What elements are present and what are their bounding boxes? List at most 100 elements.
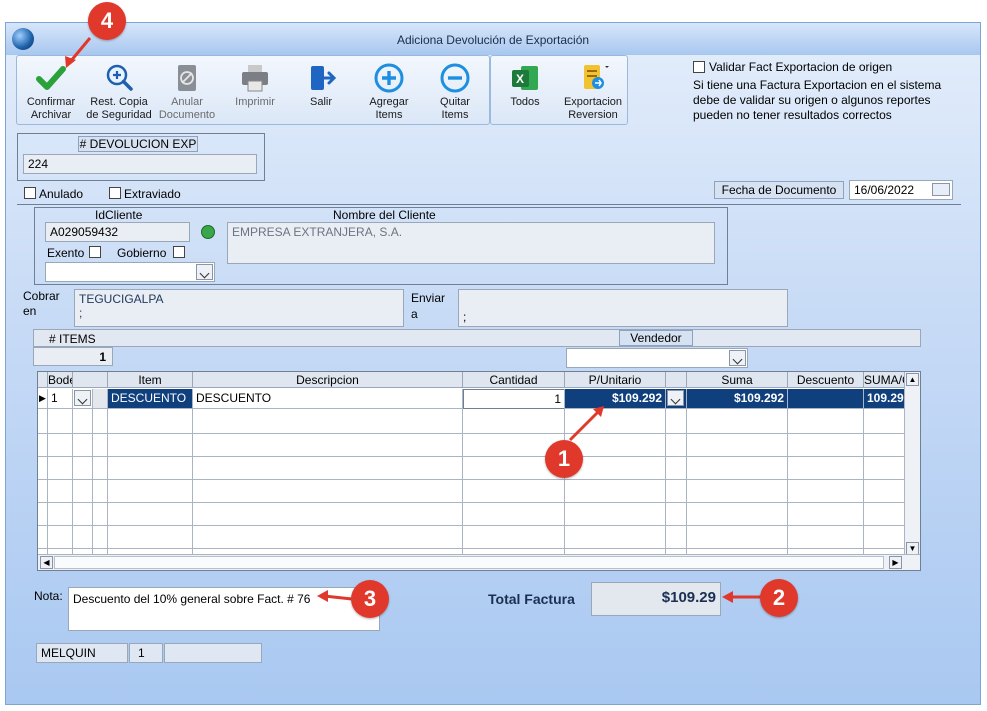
callout-2: 2 (760, 579, 798, 617)
grid-line (38, 479, 904, 480)
vendedor-label: Vendedor (619, 330, 693, 346)
items-grid[interactable]: Bodega Item Descripcion Cantidad P/Unita… (37, 371, 921, 571)
enviar-label-line2: a (411, 307, 418, 321)
nota-label: Nota: (34, 589, 63, 603)
grid-line (462, 389, 463, 554)
cell-bodega[interactable]: 1 (48, 389, 73, 409)
cobrar-field[interactable]: TEGUCIGALPA ; (74, 289, 404, 327)
devolucion-number-field[interactable]: 224 (23, 154, 257, 174)
minus-circle-icon (438, 62, 472, 94)
exento-checkbox[interactable] (89, 246, 101, 258)
anulado-label: Anulado (39, 187, 84, 201)
grid-line (72, 389, 73, 554)
validate-note-line3: pueden no tener resultados correctos (693, 108, 892, 122)
vendedor-select[interactable] (566, 348, 748, 368)
cobrar-city: TEGUCIGALPA (79, 292, 164, 306)
horizontal-scrollbar[interactable]: ◀ ▶ (38, 554, 920, 570)
col-bodega[interactable]: Bodega (48, 372, 73, 388)
add-items-button[interactable]: Agregar Items (355, 58, 423, 124)
main-window: Adiciona Devolución de Exportación Confi… (5, 22, 981, 705)
cell-item[interactable]: DESCUENTO (108, 389, 193, 409)
chevron-down-icon[interactable] (196, 264, 213, 280)
scroll-up-icon[interactable]: ▲ (906, 373, 919, 386)
grid-line (686, 389, 687, 554)
zoom-plus-icon (102, 62, 136, 94)
enviar-label-line1: Enviar (411, 291, 446, 305)
cell-unitario-dropdown[interactable] (666, 389, 687, 409)
cell-bodega-dropdown[interactable] (73, 389, 93, 409)
confirm-button[interactable]: Confirmar Archivar (17, 58, 85, 124)
grid-line (92, 389, 93, 554)
anulado-checkbox[interactable] (24, 187, 36, 199)
cell-sumac[interactable]: 109.292 (864, 389, 906, 409)
row-indicator-header (38, 372, 48, 388)
scroll-thumb[interactable] (54, 556, 884, 569)
cell-suma[interactable]: $109.292 (687, 389, 788, 409)
toolbar-main: Confirmar Archivar Rest. Copia de Seguri… (16, 55, 490, 125)
col-descuento[interactable]: Descuento (788, 372, 864, 388)
validate-origin-checkbox[interactable] (693, 61, 705, 73)
window-title: Adiciona Devolución de Exportación (396, 33, 590, 47)
col-item[interactable]: Item (108, 372, 193, 388)
cell-spacer (93, 389, 108, 409)
chevron-down-icon[interactable] (729, 350, 746, 366)
validate-origin-label: Validar Fact Exportacion de origen (709, 60, 893, 74)
grid-line (38, 502, 904, 503)
enviar-field[interactable]: ; (458, 289, 788, 327)
exit-button[interactable]: Salir (287, 58, 355, 124)
vertical-scrollbar[interactable]: ▲ ▼ (904, 372, 920, 556)
cell-cantidad[interactable]: 1 (463, 389, 565, 409)
chevron-down-icon[interactable] (667, 390, 684, 406)
col-bodega-select[interactable] (73, 372, 108, 388)
nota-field[interactable]: Descuento del 10% general sobre Fact. # … (68, 587, 380, 631)
col-suma[interactable]: Suma (687, 372, 788, 388)
calendar-icon[interactable] (932, 183, 950, 196)
printer-icon (238, 62, 272, 94)
cobrar-label-line1: Cobrar (23, 289, 60, 303)
grid-line (38, 433, 904, 434)
col-descripcion[interactable]: Descripcion (193, 372, 463, 388)
validate-note-line1: Si tiene una Factura Exportacion en el s… (693, 78, 942, 92)
idcliente-field[interactable]: A029059432 (45, 222, 190, 242)
verified-icon (201, 225, 215, 239)
extraviado-checkbox[interactable] (109, 187, 121, 199)
cobrar-label-line2: en (23, 304, 37, 318)
items-bar: # ITEMS Vendedor (33, 329, 921, 347)
total-label: Total Factura (488, 591, 575, 607)
all-excel-button[interactable]: X Todos (491, 58, 559, 124)
cell-descripcion[interactable]: DESCUENTO (193, 389, 463, 409)
checkmark-icon (34, 62, 68, 94)
restore-backup-button[interactable]: Rest. Copia de Seguridad (85, 58, 153, 124)
cliente-name-field[interactable]: EMPRESA EXTRANJERA, S.A. (227, 222, 715, 264)
grid-line (863, 389, 864, 554)
col-sumac[interactable]: SUMA/C (864, 372, 906, 388)
scroll-left-icon[interactable]: ◀ (40, 556, 53, 569)
extraviado-label: Extraviado (124, 187, 181, 201)
col-unitario-select[interactable] (666, 372, 687, 388)
col-cantidad[interactable]: Cantidad (463, 372, 565, 388)
cancel-document-button[interactable]: Anular Documento (153, 58, 221, 124)
cliente-name-label: Nombre del Cliente (333, 208, 436, 222)
col-unitario[interactable]: P/Unitario (565, 372, 666, 388)
scroll-right-icon[interactable]: ▶ (889, 556, 902, 569)
grid-line (47, 389, 48, 554)
grid-line (38, 456, 904, 457)
cell-descuento[interactable] (788, 389, 864, 409)
svg-text:X: X (516, 72, 524, 86)
callout-4: 4 (88, 2, 126, 40)
grid-line (192, 389, 193, 554)
cell-unitario[interactable]: $109.292 (565, 389, 666, 409)
fecha-date-picker[interactable]: 16/06/2022 (849, 180, 953, 200)
cliente-type-select[interactable] (45, 262, 215, 282)
total-field: $109.29 (591, 582, 721, 616)
idcliente-label: IdCliente (95, 208, 143, 222)
print-button[interactable]: Imprimir (221, 58, 289, 124)
export-reversion-button[interactable]: Exportacion Reversion (559, 58, 627, 124)
gobierno-checkbox[interactable] (173, 246, 185, 258)
gobierno-label: Gobierno (117, 246, 167, 260)
chevron-down-icon[interactable] (74, 390, 91, 406)
items-count-value: 1 (33, 347, 113, 366)
enviar-value: ; (463, 310, 467, 324)
remove-items-button[interactable]: Quitar Items (421, 58, 489, 124)
cobrar-extra: ; (79, 306, 83, 320)
